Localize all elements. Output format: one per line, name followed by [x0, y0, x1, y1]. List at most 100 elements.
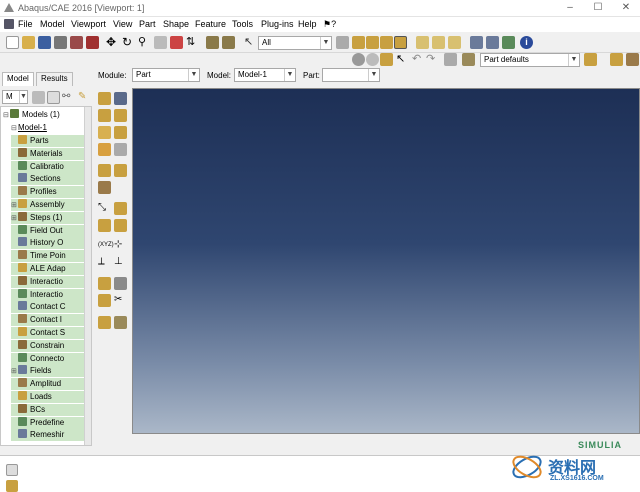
tree-item[interactable]: Sections: [11, 173, 84, 186]
measure-icon[interactable]: [222, 36, 235, 49]
macro-icon[interactable]: [86, 36, 99, 49]
tree-item[interactable]: Connecto: [11, 352, 84, 365]
shell-extrude-icon[interactable]: [114, 109, 127, 122]
tree-item[interactable]: ⊞ Fields: [11, 365, 84, 378]
python-console-icon[interactable]: [6, 480, 18, 492]
select-crossing-icon[interactable]: [366, 36, 379, 49]
box-zoom-icon[interactable]: [154, 36, 167, 49]
save-icon[interactable]: [38, 36, 51, 49]
part-select[interactable]: ▼: [322, 68, 380, 82]
menu-viewport[interactable]: Viewport: [71, 19, 106, 29]
tree-item[interactable]: Interactio: [11, 288, 84, 301]
wireframe-icon[interactable]: [470, 36, 483, 49]
highlight-icon[interactable]: ✎: [78, 91, 91, 104]
query-icon[interactable]: [206, 36, 219, 49]
tree-item[interactable]: Interactio: [11, 275, 84, 288]
menu-view[interactable]: View: [113, 19, 132, 29]
pan-icon[interactable]: ✥: [106, 36, 119, 49]
partition-edge-icon[interactable]: [98, 181, 111, 194]
xyz-coordinate-icon[interactable]: (XYZ): [98, 239, 114, 252]
menu-part[interactable]: Part: [139, 19, 156, 29]
menu-plug-ins[interactable]: Plug-ins: [261, 19, 294, 29]
tree-filter-select[interactable]: M ▼: [2, 90, 28, 104]
surface-icon[interactable]: [114, 316, 127, 329]
menu-shape[interactable]: Shape: [163, 19, 189, 29]
view-options-icon[interactable]: [444, 53, 457, 66]
filter-options-icon[interactable]: [336, 36, 349, 49]
blend-icon[interactable]: [114, 143, 127, 156]
tree-item[interactable]: Amplitud: [11, 378, 84, 391]
render-style-select[interactable]: Part defaults ▼: [480, 53, 580, 67]
expand-all-icon[interactable]: [47, 91, 60, 104]
select-cursor-icon[interactable]: ↖: [244, 36, 257, 49]
hidden-line-icon[interactable]: [486, 36, 499, 49]
view-iso-icon[interactable]: [448, 36, 461, 49]
select-circle-icon[interactable]: [394, 36, 407, 49]
repair-icon[interactable]: [98, 277, 111, 290]
view-top-icon[interactable]: [432, 36, 445, 49]
tree-item[interactable]: Materials: [11, 147, 84, 160]
tree-item[interactable]: History O: [11, 237, 84, 250]
part-manager-icon[interactable]: [114, 92, 127, 105]
selection-filter-select[interactable]: All ▼: [258, 36, 332, 50]
sphere-icon[interactable]: [366, 53, 379, 66]
tree-item[interactable]: Remeshir: [11, 429, 84, 442]
round-fillet-icon[interactable]: [98, 143, 111, 156]
module-select[interactable]: Part ▼: [132, 68, 200, 82]
pointer-icon[interactable]: ↖: [396, 53, 409, 66]
tree-item[interactable]: Constrain: [11, 339, 84, 352]
expand-icon[interactable]: ⊞: [11, 200, 18, 212]
collapse-icon[interactable]: ⚯: [62, 91, 75, 104]
model-select[interactable]: Model-1 ▼: [234, 68, 296, 82]
cycle-views-icon[interactable]: ⇅: [186, 36, 199, 49]
tree-item[interactable]: Calibratio: [11, 160, 84, 173]
record-icon[interactable]: [70, 36, 83, 49]
select-inside-icon[interactable]: [352, 36, 365, 49]
message-icon[interactable]: [6, 464, 18, 476]
tree-item[interactable]: Contact C: [11, 301, 84, 314]
menu-model[interactable]: Model: [40, 19, 65, 29]
axis-triad-icon[interactable]: ⊹: [114, 239, 127, 252]
tree-item[interactable]: ⊞ Steps (1): [11, 211, 84, 225]
tree-item[interactable]: Contact I: [11, 314, 84, 327]
datum-axis-tool-icon[interactable]: ⊥: [114, 256, 127, 269]
system-menu-icon[interactable]: [4, 19, 14, 29]
tree-item[interactable]: Field Out: [11, 224, 84, 237]
open-file-icon[interactable]: [22, 36, 35, 49]
sketch-icon[interactable]: ⟂: [98, 256, 111, 269]
color-code-icon[interactable]: [584, 53, 597, 66]
display-group-icon[interactable]: [380, 53, 393, 66]
tree-item[interactable]: BCs: [11, 403, 84, 416]
datum-plane-icon[interactable]: [114, 202, 127, 215]
datum-csys-icon[interactable]: [114, 219, 127, 232]
tree-item[interactable]: ⊞ Assembly: [11, 199, 84, 211]
solid-extrude-icon[interactable]: [98, 109, 111, 122]
menu-feature[interactable]: Feature: [195, 19, 226, 29]
menu-tools[interactable]: Tools: [232, 19, 253, 29]
rotate-icon[interactable]: ↻: [122, 36, 135, 49]
auto-fit-icon[interactable]: [170, 36, 183, 49]
view-front-icon[interactable]: [416, 36, 429, 49]
filter-icon[interactable]: [32, 91, 45, 104]
minimize-button[interactable]: –: [556, 0, 584, 17]
tab-model[interactable]: Model: [2, 72, 34, 86]
expand-icon[interactable]: ⊞: [11, 213, 18, 225]
info-icon[interactable]: i: [520, 36, 533, 49]
view-manipulation-icon[interactable]: [352, 53, 365, 66]
select-polygon-icon[interactable]: [380, 36, 393, 49]
partition-face-icon[interactable]: [114, 164, 127, 177]
menu-help[interactable]: Help: [298, 19, 317, 29]
edit-feature-icon[interactable]: [98, 294, 111, 307]
expand-icon[interactable]: ⊞: [11, 366, 18, 378]
zoom-icon[interactable]: ⚲: [138, 36, 151, 49]
datum-point-icon[interactable]: ⤡: [98, 202, 111, 215]
tree-item[interactable]: Contact S: [11, 327, 84, 339]
tree-item[interactable]: Profiles: [11, 186, 84, 199]
tree-item[interactable]: Time Poin: [11, 250, 84, 263]
tree-item[interactable]: ALE Adap: [11, 263, 84, 275]
tools-icon[interactable]: ✂: [114, 294, 127, 307]
tree-item[interactable]: Parts: [11, 135, 84, 147]
partition-cell-icon[interactable]: [98, 164, 111, 177]
tree-scrollbar[interactable]: [84, 107, 91, 445]
datum-axis-icon[interactable]: [98, 219, 111, 232]
